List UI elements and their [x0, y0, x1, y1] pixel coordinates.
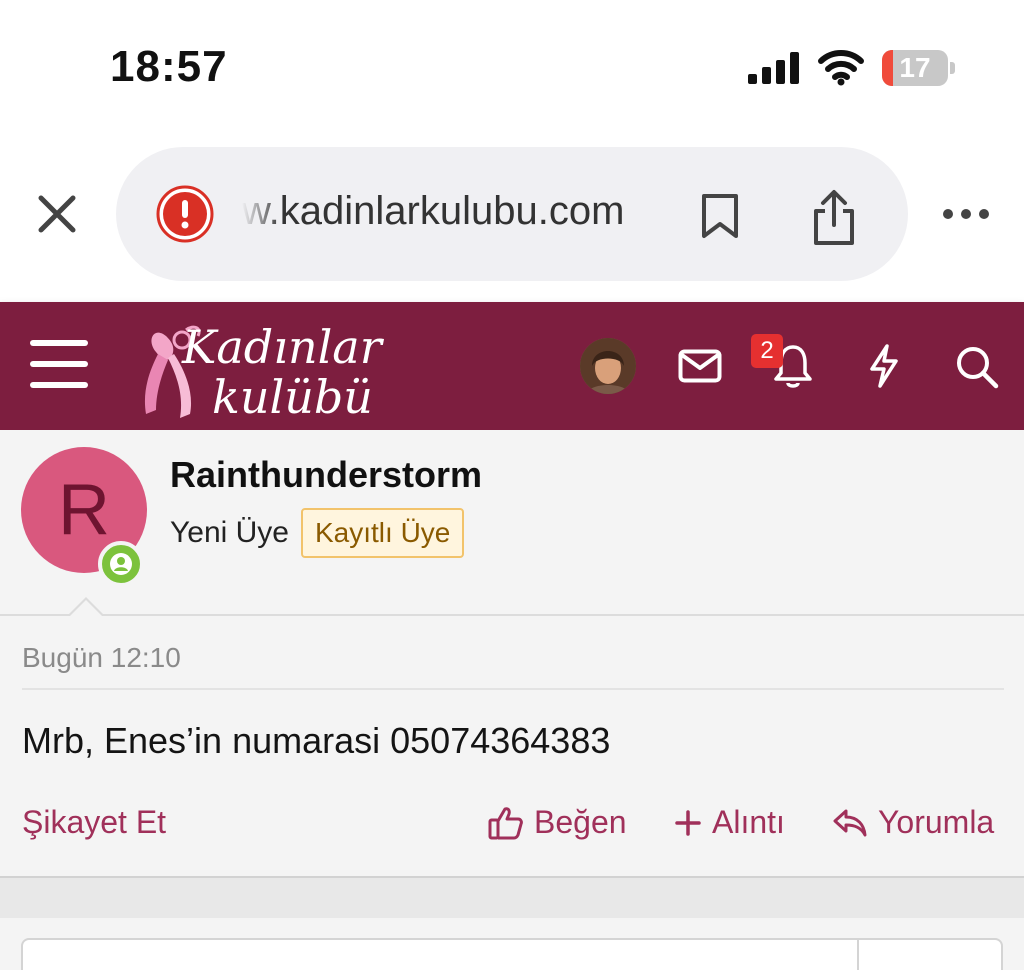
quote-button[interactable]: Alıntı [674, 804, 785, 841]
site-header: Kadınlar kulübü 2 [0, 302, 1024, 430]
battery-level: 17 [899, 52, 931, 83]
logo-text-line2: kulübü [212, 370, 373, 424]
reply-label: Yorumla [878, 804, 995, 840]
whats-new-button[interactable] [862, 342, 906, 390]
menu-button[interactable] [30, 340, 90, 392]
bookmark-icon [702, 194, 738, 238]
wifi-icon [818, 50, 864, 86]
section-separator [0, 876, 1024, 918]
bolt-icon [870, 344, 898, 388]
more-icon [943, 209, 989, 219]
browser-toolbar: w.kadinlarkulubu.com [0, 135, 1024, 302]
share-button[interactable] [806, 187, 862, 249]
battery-icon: 17 [882, 50, 956, 86]
share-icon [814, 190, 854, 245]
page: 18:57 17 w.kadinlarkulubu.com Kadınlar k… [0, 0, 1024, 970]
close-button[interactable] [30, 187, 84, 241]
menu-icon [30, 340, 90, 388]
user-online-icon [110, 553, 132, 575]
more-button[interactable] [936, 199, 996, 229]
divider [0, 614, 1024, 616]
like-button[interactable]: Beğen [488, 804, 627, 841]
quote-label: Alıntı [712, 804, 785, 840]
plus-icon [675, 809, 701, 836]
site-logo[interactable]: Kadınlar kulübü [136, 312, 396, 424]
user-title: Yeni Üye [170, 516, 289, 549]
post: R Rainthunderstorm Yeni Üye Kayıtlı Üye … [0, 430, 1024, 880]
alert-icon[interactable] [156, 185, 214, 243]
reply-editor[interactable] [21, 938, 1003, 970]
online-status-icon [98, 541, 144, 587]
address-bar[interactable]: w.kadinlarkulubu.com [116, 147, 908, 281]
search-button[interactable] [952, 342, 1002, 392]
clock: 18:57 [110, 42, 228, 91]
post-date[interactable]: Bugün 12:10 [22, 642, 181, 674]
post-body: Mrb, Enes’in numarasi 05074364383 [22, 720, 611, 761]
status-bar: 18:57 17 [0, 0, 1024, 135]
close-icon [38, 195, 76, 233]
inbox-button[interactable] [676, 344, 724, 388]
report-label: Şikayet Et [22, 804, 167, 840]
mail-icon [678, 349, 722, 383]
url-text[interactable]: w.kadinlarkulubu.com [242, 189, 662, 234]
signal-icon [748, 52, 799, 84]
thumbs-up-icon [488, 806, 523, 839]
logo-text-line1: Kadınlar [182, 320, 382, 374]
reply-button[interactable]: Yorumla [832, 804, 994, 841]
report-button[interactable]: Şikayet Et [22, 804, 166, 841]
bookmark-button[interactable] [696, 191, 744, 241]
username[interactable]: Rainthunderstorm [170, 454, 482, 496]
divider [22, 688, 1004, 690]
like-label: Beğen [534, 804, 627, 840]
avatar-photo [580, 338, 636, 394]
search-icon [957, 347, 999, 389]
account-avatar[interactable] [580, 338, 636, 394]
reply-icon [833, 809, 867, 836]
user-banner: Kayıtlı Üye [301, 508, 465, 558]
notification-badge: 2 [751, 334, 783, 368]
